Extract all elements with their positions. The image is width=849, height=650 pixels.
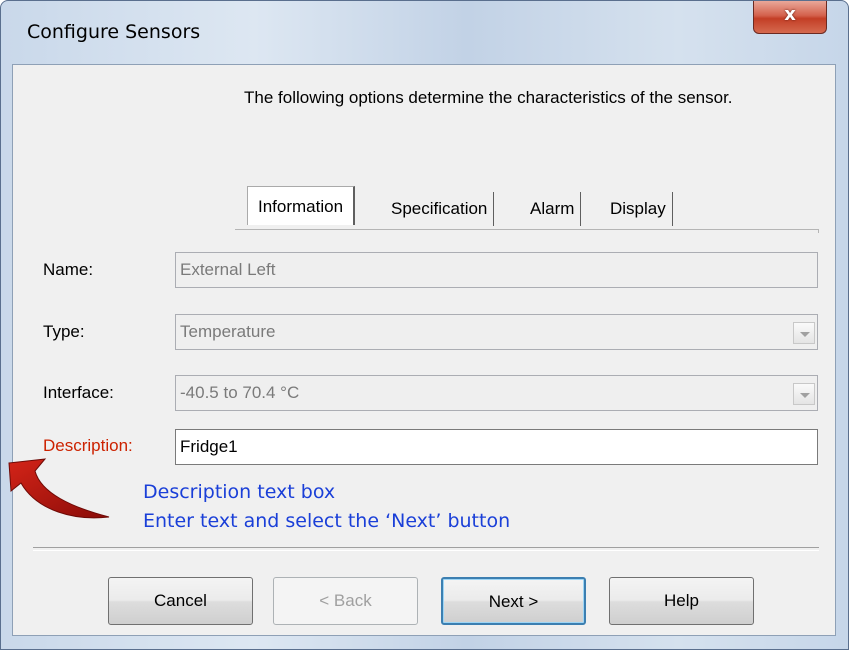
- configure-sensors-dialog: Configure Sensors x The following option…: [0, 0, 849, 650]
- tab-divider-end: [818, 229, 819, 233]
- annotation-line-2: Enter text and select the ‘Next’ button: [143, 510, 511, 532]
- type-value: Temperature: [180, 322, 276, 341]
- annotation-line-1: Description text box: [143, 481, 336, 503]
- back-button[interactable]: < Back: [273, 577, 418, 625]
- chevron-down-icon[interactable]: [793, 383, 815, 405]
- tab-specification[interactable]: Specification: [385, 192, 495, 226]
- title-bar[interactable]: Configure Sensors x: [1, 1, 848, 64]
- dialog-body: The following options determine the char…: [12, 64, 836, 636]
- name-value: External Left: [180, 260, 276, 279]
- interface-label: Interface:: [43, 383, 114, 402]
- intro-text: The following options determine the char…: [244, 88, 733, 107]
- window-title: Configure Sensors: [27, 21, 201, 43]
- tab-divider: [235, 229, 819, 230]
- interface-value: -40.5 to 70.4 °C: [180, 383, 300, 402]
- chevron-down-icon[interactable]: [793, 322, 815, 344]
- close-button[interactable]: x: [753, 1, 827, 34]
- name-label: Name:: [43, 260, 94, 279]
- cancel-button[interactable]: Cancel: [108, 577, 253, 625]
- next-button[interactable]: Next >: [441, 577, 586, 625]
- close-icon: x: [784, 4, 796, 25]
- interface-select[interactable]: -40.5 to 70.4 °C: [175, 375, 818, 411]
- tab-display[interactable]: Display: [604, 192, 673, 226]
- curved-arrow-icon: [8, 458, 110, 519]
- button-separator: [33, 547, 819, 551]
- help-button[interactable]: Help: [609, 577, 754, 625]
- type-label: Type:: [43, 322, 85, 341]
- description-value: Fridge1: [180, 437, 238, 456]
- type-select[interactable]: Temperature: [175, 314, 818, 350]
- tab-alarm[interactable]: Alarm: [524, 192, 582, 226]
- tab-information[interactable]: Information: [247, 186, 356, 225]
- description-input[interactable]: Fridge1: [175, 429, 818, 465]
- name-field[interactable]: External Left: [175, 252, 818, 288]
